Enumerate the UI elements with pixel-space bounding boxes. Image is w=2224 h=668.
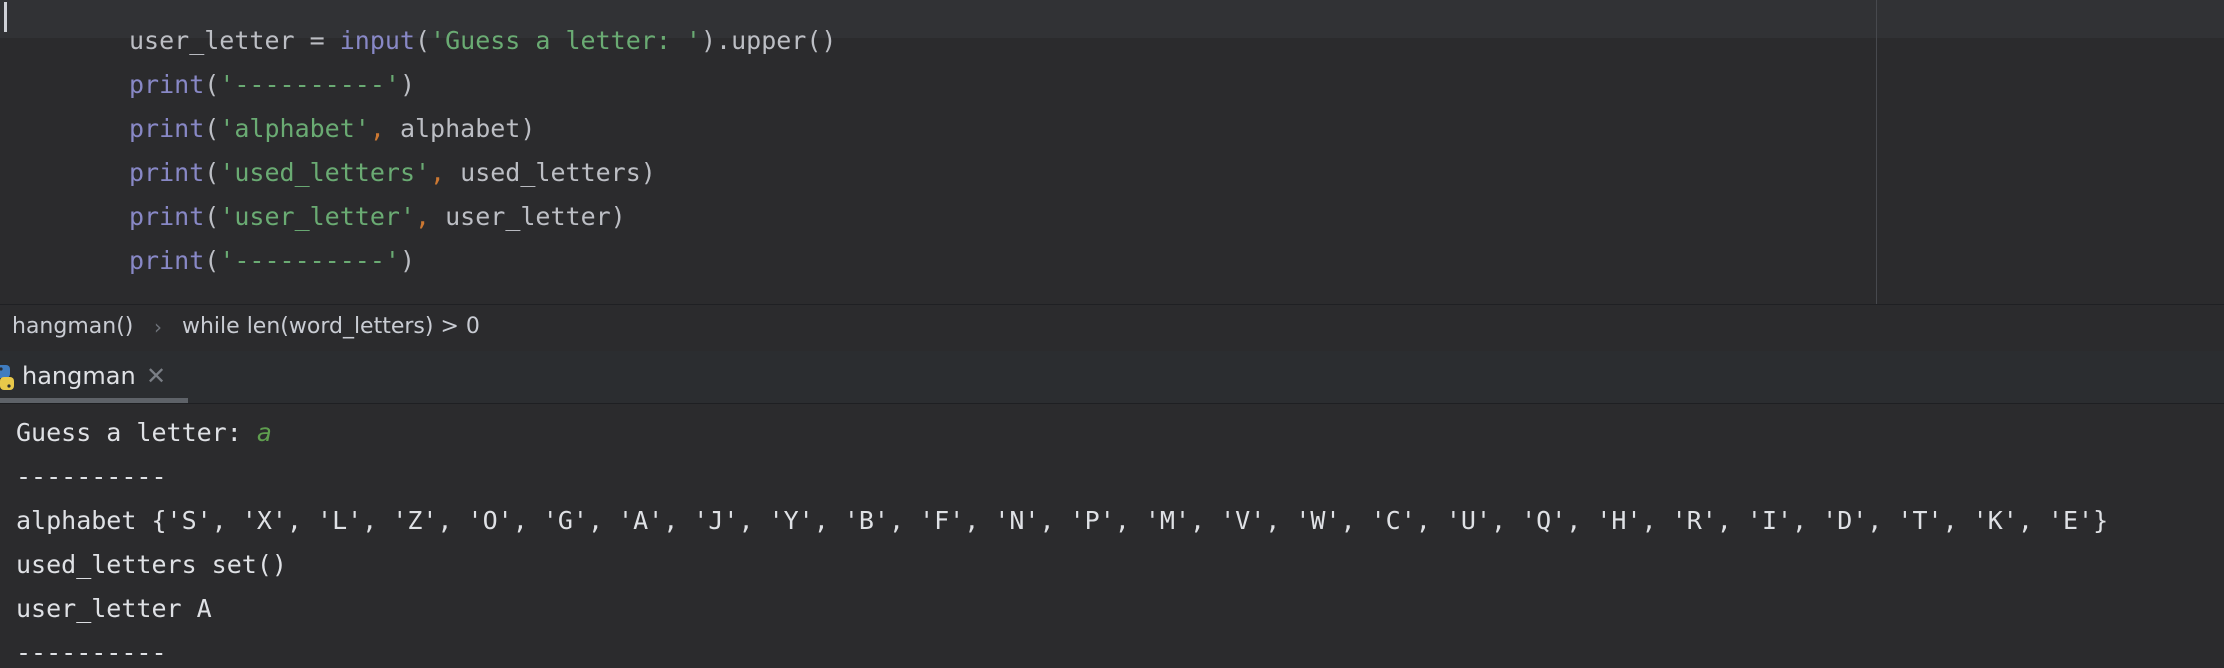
right-margin-guide xyxy=(1876,0,1877,304)
code-token: print xyxy=(129,70,205,99)
code-token: ( xyxy=(204,158,220,187)
code-token: ) xyxy=(399,70,416,99)
code-token: , xyxy=(415,202,446,231)
code-token: alphabet) xyxy=(399,114,536,143)
console-user-input: a xyxy=(256,418,272,447)
code-line: print('----------') xyxy=(129,65,415,105)
code-token: user_letter = xyxy=(129,26,340,55)
code-token: print xyxy=(129,158,205,187)
code-line: print('used_letters', used_letters) xyxy=(129,153,656,193)
console-line: user_letter A xyxy=(16,594,212,623)
run-tool-window-tabs: hangman ✕ xyxy=(0,351,2224,404)
console-prompt: Guess a letter: xyxy=(16,418,257,447)
code-token: used_letters) xyxy=(460,158,656,187)
code-token: '----------' xyxy=(219,246,400,275)
breadcrumb-item-while[interactable]: while len(word_letters) > 0 xyxy=(182,314,480,339)
console-line: ---------- xyxy=(16,638,167,667)
code-token: print xyxy=(129,246,205,275)
close-icon[interactable]: ✕ xyxy=(146,363,166,389)
code-token: ( xyxy=(204,70,220,99)
active-tab-indicator xyxy=(0,398,188,403)
code-token: 'alphabet' xyxy=(219,114,370,143)
code-token: ( xyxy=(414,26,431,55)
python-icon xyxy=(0,365,16,395)
console-line: alphabet {'S', 'X', 'L', 'Z', 'O', 'G', … xyxy=(16,506,2109,535)
console-line: ---------- xyxy=(16,462,167,491)
code-token: '----------' xyxy=(219,70,400,99)
breadcrumb-item-function[interactable]: hangman() xyxy=(12,314,133,339)
code-token: print xyxy=(129,202,205,231)
breadcrumb: hangman() › while len(word_letters) > 0 xyxy=(0,304,2224,351)
run-console[interactable]: Guess a letter: a ---------- alphabet {'… xyxy=(0,404,2224,668)
code-line: user_letter = input('Guess a letter: ').… xyxy=(129,21,836,61)
code-line: print('user_letter', user_letter) xyxy=(129,197,626,237)
code-token: ).upper() xyxy=(700,26,837,55)
tab-label: hangman xyxy=(22,362,136,390)
text-caret xyxy=(4,2,7,32)
code-line: print('----------') xyxy=(129,241,415,281)
code-token: user_letter) xyxy=(445,202,626,231)
console-line: used_letters set() xyxy=(16,550,287,579)
code-token: print xyxy=(129,114,205,143)
code-token: 'user_letter' xyxy=(219,202,415,231)
code-token: 'Guess a letter: ' xyxy=(430,26,701,55)
code-token: ( xyxy=(204,114,220,143)
console-prompt-line: Guess a letter: a xyxy=(16,413,272,453)
code-token: ( xyxy=(204,246,220,275)
code-token: ) xyxy=(399,246,416,275)
code-token: 'used_letters' xyxy=(219,158,431,187)
code-token: ( xyxy=(204,202,220,231)
code-token: , xyxy=(430,158,461,187)
code-editor[interactable]: user_letter = input('Guess a letter: ').… xyxy=(0,0,2224,304)
code-token: input xyxy=(339,26,415,55)
code-token: , xyxy=(369,114,400,143)
breadcrumb-separator: › xyxy=(154,315,162,339)
code-line: print('alphabet', alphabet) xyxy=(129,109,535,149)
tab-hangman[interactable]: hangman ✕ xyxy=(0,351,188,403)
